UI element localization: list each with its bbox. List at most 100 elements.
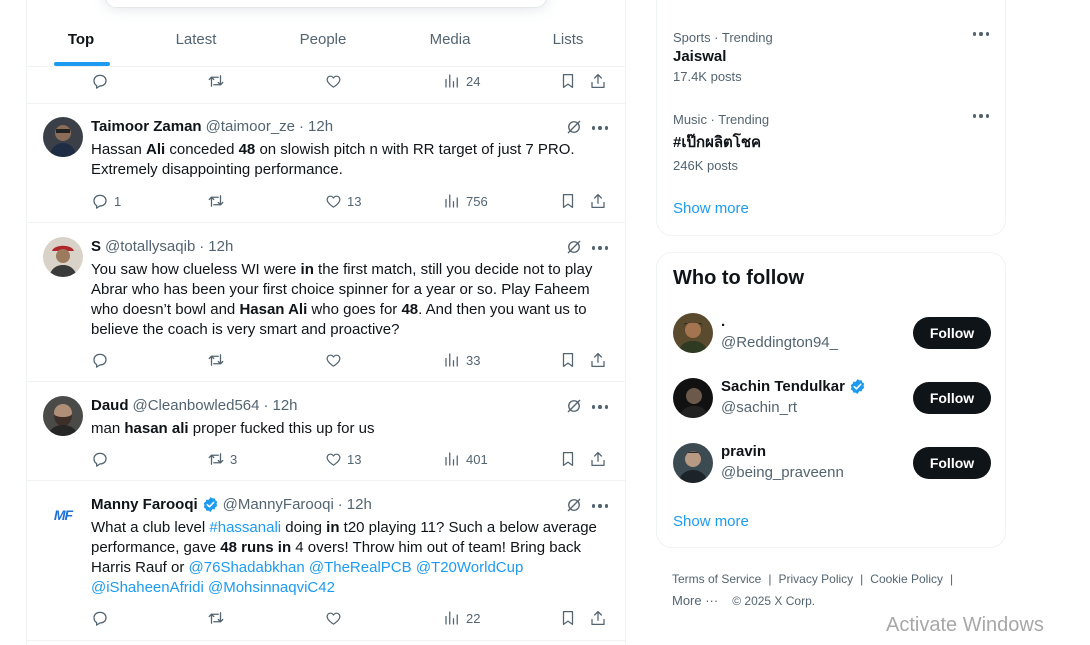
author-name[interactable]: Taimoor Zaman xyxy=(91,118,202,135)
footer-link-cookie[interactable]: Cookie Policy xyxy=(870,568,943,590)
bookmark-button[interactable] xyxy=(559,191,577,211)
tab-people[interactable]: People xyxy=(300,31,347,48)
repost-button[interactable] xyxy=(207,608,230,628)
timestamp[interactable]: 12h xyxy=(347,496,372,513)
avatar[interactable] xyxy=(43,396,83,436)
repost-icon xyxy=(208,75,224,87)
follow-suggestion[interactable]: pravin @being_praveenn Follow xyxy=(673,443,991,485)
bookmark-button[interactable] xyxy=(559,350,577,370)
tweet-link[interactable]: @TheRealPCB xyxy=(309,559,412,576)
timestamp[interactable]: 12h xyxy=(208,238,233,255)
footer-more-link[interactable]: More ··· xyxy=(672,590,718,612)
avatar[interactable]: MF xyxy=(43,495,83,535)
reply-button[interactable] xyxy=(91,71,109,91)
grok-icon[interactable] xyxy=(565,397,583,415)
timestamp[interactable]: 12h xyxy=(272,397,297,414)
trends-panel: Sports · Trending Jaiswal 17.4K posts Mu… xyxy=(656,0,1006,236)
avatar[interactable] xyxy=(673,443,713,483)
author-handle[interactable]: @totallysaqib xyxy=(105,238,195,255)
avatar[interactable] xyxy=(673,378,713,418)
author-handle[interactable]: @MannyFarooqi xyxy=(223,496,334,513)
views-button[interactable]: 756 xyxy=(443,191,488,211)
bookmark-button[interactable] xyxy=(559,608,577,628)
more-options-icon[interactable] xyxy=(592,246,608,250)
tweet[interactable]: Taimoor Zaman @taimoor_ze · 12h Hassan A… xyxy=(27,103,625,223)
reply-button[interactable] xyxy=(91,608,114,628)
share-button[interactable] xyxy=(589,350,607,370)
like-button[interactable] xyxy=(325,71,342,91)
tweet-link[interactable]: @76Shadabkhan xyxy=(189,559,305,576)
share-button[interactable] xyxy=(589,71,607,91)
views-button[interactable]: 22 xyxy=(443,608,480,628)
tweet[interactable]: MF Manny Farooqi @MannyFarooqi · 12h Wha… xyxy=(27,481,625,641)
bookmark-icon xyxy=(562,610,574,626)
grok-icon[interactable] xyxy=(565,238,583,256)
bookmark-button[interactable] xyxy=(559,71,577,91)
search-input[interactable] xyxy=(105,0,547,8)
author-name[interactable]: S xyxy=(91,238,101,255)
author-name[interactable]: Daud xyxy=(91,397,129,414)
author-handle[interactable]: @taimoor_ze xyxy=(206,118,295,135)
more-options-icon[interactable] xyxy=(973,114,989,118)
tweet-link[interactable]: #hassanali xyxy=(209,519,281,536)
follow-suggestion[interactable]: Sachin Tendulkar @sachin_rt Follow xyxy=(673,378,991,420)
avatar[interactable] xyxy=(43,117,83,157)
grok-icon[interactable] xyxy=(565,496,583,514)
reply-button[interactable] xyxy=(91,350,114,370)
repost-button[interactable] xyxy=(207,350,230,370)
avatar[interactable] xyxy=(43,237,83,277)
views-button[interactable]: 24 xyxy=(443,71,480,91)
tweet-text: Hassan Ali conceded 48 on slowish pitch … xyxy=(91,140,613,180)
tweet-header: Manny Farooqi @MannyFarooqi · 12h xyxy=(91,496,372,513)
follow-show-more-link[interactable]: Show more xyxy=(673,513,749,530)
more-options-icon[interactable] xyxy=(973,32,989,36)
more-options-icon[interactable] xyxy=(592,405,608,409)
more-options-icon[interactable] xyxy=(592,504,608,508)
share-button[interactable] xyxy=(589,191,607,211)
like-button[interactable]: 13 xyxy=(325,191,361,211)
like-button[interactable] xyxy=(325,608,347,628)
bookmark-button[interactable] xyxy=(559,449,577,469)
heart-icon xyxy=(326,354,341,367)
like-count: 13 xyxy=(347,193,362,209)
tab-top[interactable]: Top xyxy=(68,31,94,48)
tweet-link[interactable]: @iShaheenAfridi xyxy=(91,579,204,596)
highlighted-term: Ali xyxy=(146,141,166,158)
follow-suggestion[interactable]: . @Reddington94_ Follow xyxy=(673,313,991,355)
follow-button[interactable]: Follow xyxy=(913,317,991,349)
tab-latest[interactable]: Latest xyxy=(176,31,217,48)
footer-link-terms[interactable]: Terms of Service xyxy=(672,568,761,590)
grok-icon[interactable] xyxy=(565,118,583,136)
follow-button[interactable]: Follow xyxy=(913,382,991,414)
repost-button[interactable] xyxy=(207,71,225,91)
trends-show-more-link[interactable]: Show more xyxy=(673,200,749,217)
avatar[interactable] xyxy=(673,313,713,353)
share-button[interactable] xyxy=(589,449,607,469)
repost-button[interactable]: 3 xyxy=(207,449,237,469)
like-button[interactable] xyxy=(325,350,347,370)
tweet[interactable]: S @totallysaqib · 12h You saw how cluele… xyxy=(27,223,625,382)
more-options-icon[interactable] xyxy=(592,126,608,130)
tweet-link[interactable]: @MohsinnaqviC42 xyxy=(208,579,335,596)
follow-button[interactable]: Follow xyxy=(913,447,991,479)
author-name[interactable]: Manny Farooqi xyxy=(91,496,198,513)
tweet[interactable]: Daud @Cleanbowled564 · 12h man hasan ali… xyxy=(27,382,625,481)
author-handle[interactable]: @Cleanbowled564 xyxy=(133,397,260,414)
views-count: 756 xyxy=(466,193,488,209)
like-button[interactable]: 13 xyxy=(325,449,361,469)
trend-item[interactable]: Music · Trending #เป๊กผลิตโชค 246K posts xyxy=(673,112,991,173)
views-button[interactable]: 33 xyxy=(443,350,480,370)
repost-button[interactable] xyxy=(207,191,230,211)
views-button[interactable]: 401 xyxy=(443,449,488,469)
tweet-text: You saw how clueless WI were in the firs… xyxy=(91,260,613,340)
timestamp[interactable]: 12h xyxy=(308,118,333,135)
reply-icon xyxy=(93,353,107,368)
tab-lists[interactable]: Lists xyxy=(553,31,584,48)
reply-button[interactable]: 1 xyxy=(91,191,121,211)
share-button[interactable] xyxy=(589,608,607,628)
trend-item[interactable]: Sports · Trending Jaiswal 17.4K posts xyxy=(673,30,991,84)
footer-link-privacy[interactable]: Privacy Policy xyxy=(778,568,853,590)
tab-media[interactable]: Media xyxy=(430,31,471,48)
reply-button[interactable] xyxy=(91,449,114,469)
tweet-link[interactable]: @T20WorldCup xyxy=(416,559,524,576)
